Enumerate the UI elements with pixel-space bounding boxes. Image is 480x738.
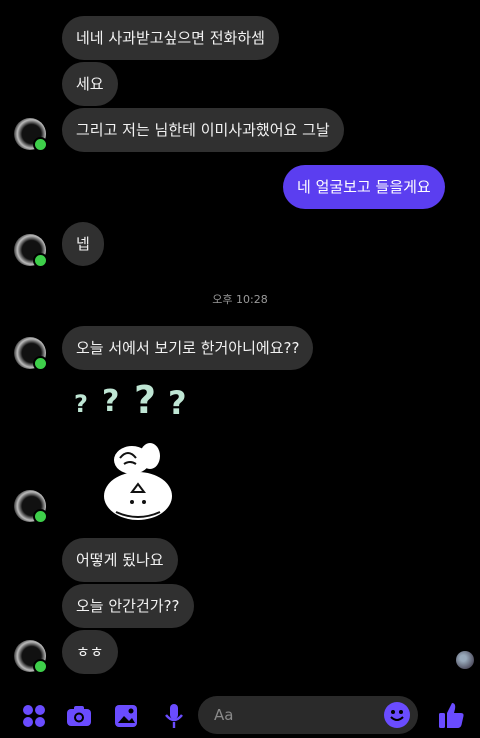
message-bubble-received[interactable]: 어떻게 됬나요 [62, 538, 178, 582]
camera-icon[interactable] [65, 702, 93, 730]
contact-avatar[interactable] [14, 234, 48, 268]
message-bubble-sent[interactable]: 네 얼굴보고 들을게요 [283, 165, 445, 209]
contact-avatar[interactable] [14, 640, 48, 674]
message-input[interactable] [198, 696, 418, 734]
online-status-dot [33, 356, 48, 371]
question-mark: ? [134, 378, 157, 422]
message-bubble-received[interactable]: 넵 [62, 222, 104, 266]
message-text-field[interactable] [212, 705, 376, 725]
contact-avatar[interactable] [14, 490, 48, 524]
message-bubble-received[interactable]: 오늘 안간건가?? [62, 584, 194, 628]
sticker[interactable]: ? ? ? ? [62, 378, 202, 530]
online-status-dot [33, 509, 48, 524]
emoji-icon[interactable] [384, 702, 410, 728]
question-mark: ? [74, 390, 88, 418]
message-bubble-received[interactable]: 그리고 저는 님한테 이미사과했어요 그날 [62, 108, 344, 152]
message-timestamp: 오후 10:28 [212, 293, 268, 306]
apps-grid-icon[interactable] [20, 702, 48, 730]
message-bubble-received[interactable]: 네네 사과받고싶으면 전화하셈 [62, 16, 279, 60]
online-status-dot [33, 253, 48, 268]
online-status-dot [33, 659, 48, 674]
bunny-sticker-icon [104, 443, 172, 520]
contact-avatar[interactable] [14, 118, 48, 152]
seen-receipt-avatar [456, 651, 474, 669]
question-mark: ? [102, 384, 120, 419]
question-mark: ? [168, 384, 187, 422]
gallery-icon[interactable] [112, 702, 140, 730]
message-bubble-received[interactable]: 세요 [62, 62, 118, 106]
composer-bar [0, 694, 480, 738]
contact-avatar[interactable] [14, 337, 48, 371]
online-status-dot [33, 137, 48, 152]
thumbs-up-icon[interactable] [437, 700, 465, 730]
message-bubble-received[interactable]: ㅎㅎ [62, 630, 118, 674]
message-bubble-received[interactable]: 오늘 서에서 보기로 한거아니에요?? [62, 326, 314, 370]
microphone-icon[interactable] [160, 702, 188, 730]
